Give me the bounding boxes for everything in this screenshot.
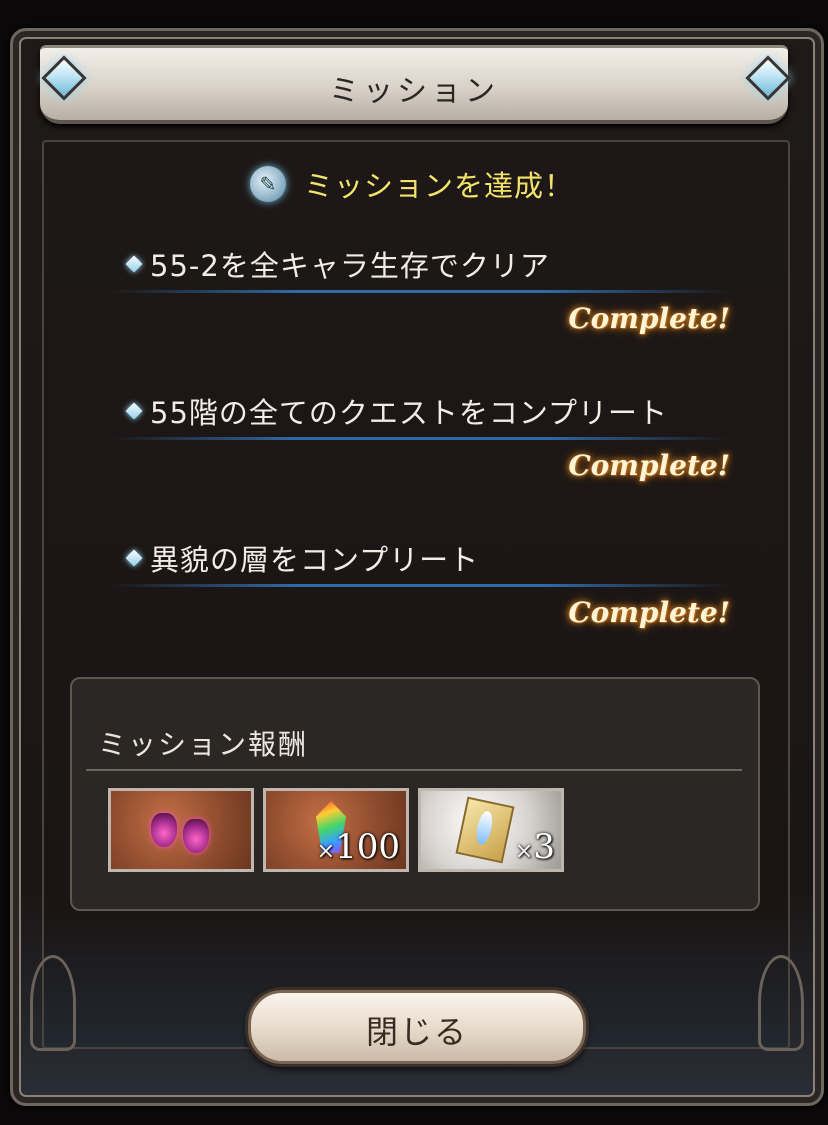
- earrings-icon: [183, 819, 209, 853]
- corner-ornament-left: [30, 955, 76, 1051]
- reward-item-earrings[interactable]: [108, 788, 254, 872]
- diamond-bullet-icon: [125, 402, 143, 420]
- complete-label: Complete!: [568, 449, 730, 482]
- reward-panel: ミッション報酬 ×100 ×3: [70, 677, 760, 911]
- reward-title: ミッション報酬: [98, 728, 309, 761]
- mission-text: 異貌の層をコンプリート: [150, 543, 480, 577]
- title-banner: ミッション: [40, 45, 788, 124]
- mission-underline: [110, 584, 730, 587]
- achievement-header: ✎ ミッションを達成！: [250, 160, 574, 208]
- reward-item-ticket[interactable]: ×3: [418, 788, 564, 872]
- close-button-label: 閉じる: [365, 1013, 468, 1051]
- reward-quantity: ×100: [316, 827, 400, 867]
- crystal-ticket-icon: [455, 796, 515, 864]
- complete-label: Complete!: [568, 596, 730, 629]
- scroll-icon: ✎: [250, 166, 286, 202]
- earrings-icon: [151, 813, 177, 847]
- mission-underline: [110, 437, 730, 440]
- reward-quantity: ×3: [514, 827, 555, 867]
- complete-label: Complete!: [568, 302, 730, 335]
- diamond-bullet-icon: [125, 255, 143, 273]
- mission-text: 55階の全てのクエストをコンプリート: [150, 396, 669, 430]
- mission-text: 55-2を全キャラ生存でクリア: [150, 249, 550, 283]
- close-button[interactable]: 閉じる: [248, 990, 586, 1064]
- diamond-bullet-icon: [125, 549, 143, 567]
- reward-divider: [86, 769, 742, 771]
- achievement-text: ミッションを達成！: [304, 169, 575, 203]
- mission-underline: [110, 290, 730, 293]
- dialog-title: ミッション: [329, 74, 499, 109]
- mission-item: 異貌の層をコンプリート Complete!: [110, 536, 730, 629]
- corner-ornament-right: [758, 955, 804, 1051]
- mission-item: 55-2を全キャラ生存でクリア Complete!: [110, 242, 730, 335]
- mission-item: 55階の全てのクエストをコンプリート Complete!: [110, 389, 730, 482]
- reward-item-crystal[interactable]: ×100: [263, 788, 409, 872]
